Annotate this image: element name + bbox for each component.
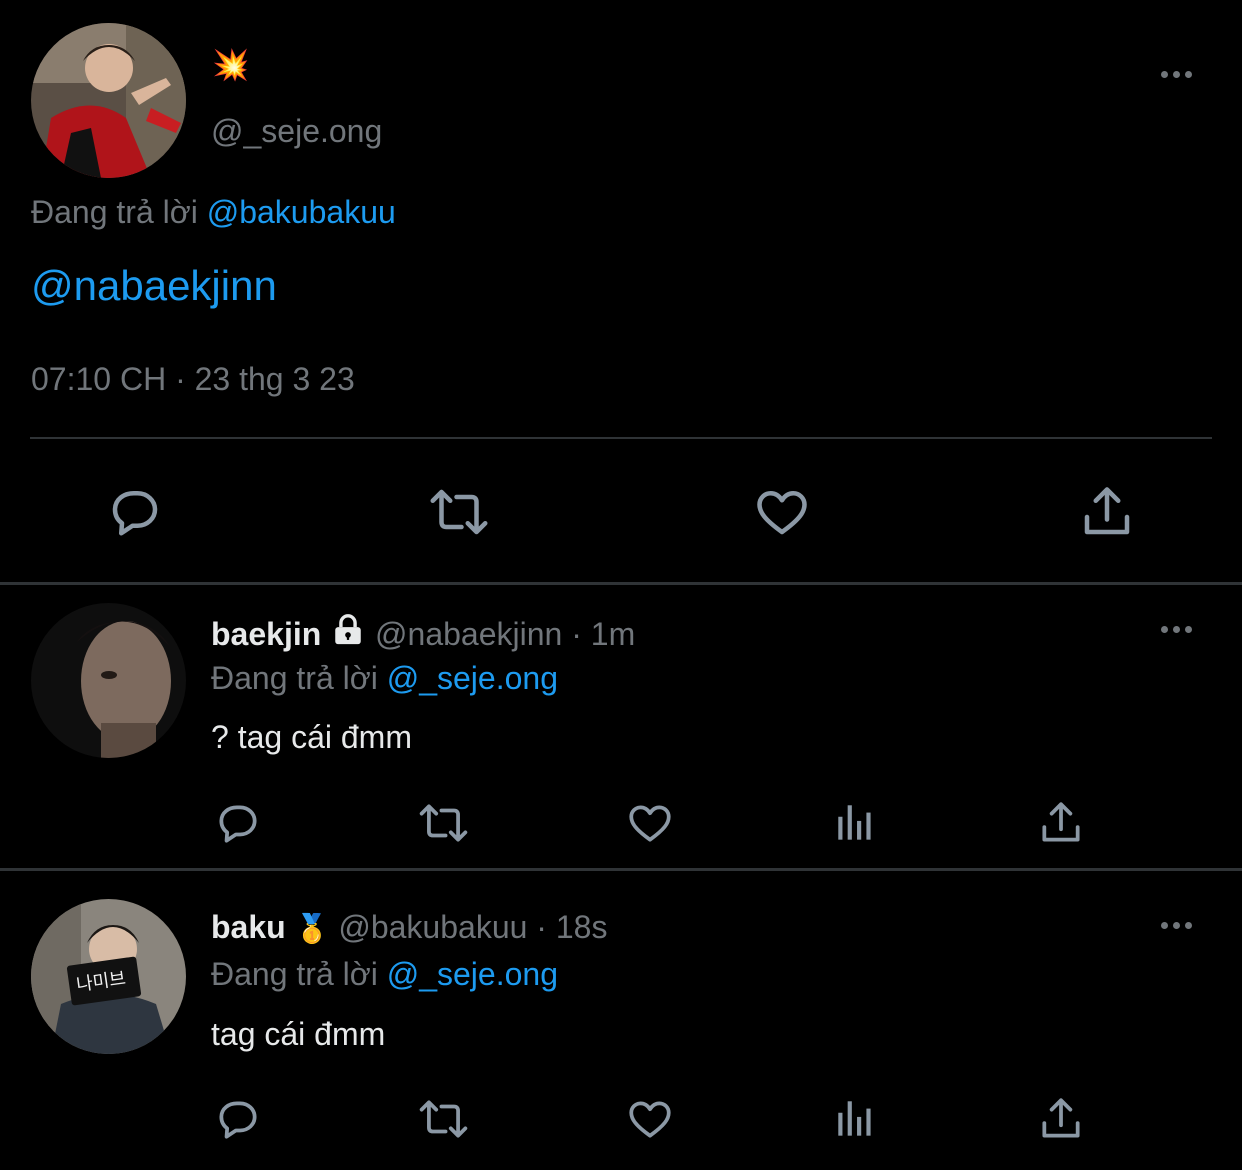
reply-replying-line: Đang trả lời @_seje.ong — [211, 660, 558, 697]
reply-author-name[interactable]: baekjin — [211, 616, 321, 652]
reply-more-options-icon[interactable] — [1161, 922, 1192, 929]
analytics-icon[interactable] — [831, 1094, 881, 1149]
thread-divider — [0, 582, 1242, 585]
collision-emoji: 💥 — [212, 49, 250, 82]
main-tweet-content-mention[interactable]: @nabaekjinn — [31, 262, 277, 310]
reply-author-avatar[interactable]: 나미브 — [31, 899, 186, 1054]
main-more-options-icon[interactable] — [1161, 71, 1192, 78]
thread-divider — [0, 868, 1242, 871]
replying-to-link[interactable]: @_seje.ong — [387, 660, 558, 696]
replying-label: Đang trả lời — [211, 660, 378, 696]
reply-content: tag cái đmm — [211, 1016, 386, 1052]
main-author-name: 💥 — [212, 48, 249, 83]
like-icon[interactable] — [625, 798, 675, 853]
reply-header: baekjin @nabaekjinn · 1m — [211, 613, 635, 655]
main-tweet-timestamp[interactable]: 07:10 CH · 23 thg 3 23 — [31, 361, 355, 398]
like-icon[interactable] — [625, 1094, 675, 1149]
reply-time[interactable]: · 18s — [536, 909, 607, 945]
share-icon[interactable] — [1077, 482, 1137, 547]
retweet-icon[interactable] — [415, 1094, 472, 1149]
replying-to-link[interactable]: @_seje.ong — [387, 956, 558, 992]
retweet-icon[interactable] — [415, 798, 472, 853]
share-icon[interactable] — [1036, 798, 1086, 853]
main-author-handle[interactable]: @_seje.ong — [211, 113, 382, 150]
reply-author-name[interactable]: baku — [211, 909, 286, 945]
main-tweet-separator — [30, 437, 1212, 439]
reply-header: baku 🥇 @bakubakuu · 18s — [211, 909, 607, 946]
reply-more-options-icon[interactable] — [1161, 626, 1192, 633]
main-author-avatar[interactable] — [31, 23, 186, 178]
reply-author-handle[interactable]: @nabaekjinn — [375, 616, 562, 652]
medal-icon: 🥇 — [294, 913, 330, 944]
analytics-icon[interactable] — [831, 798, 881, 853]
lock-icon — [330, 613, 366, 655]
reply-content: ? tag cái đmm — [211, 719, 412, 755]
main-replying-line: Đang trả lời @bakubakuu — [31, 194, 396, 231]
replying-label: Đang trả lời — [211, 956, 378, 992]
reply-replying-line: Đang trả lời @_seje.ong — [211, 956, 558, 993]
reply-author-handle[interactable]: @bakubakuu — [338, 909, 527, 945]
reply-icon[interactable] — [213, 1094, 263, 1149]
reply-author-avatar[interactable] — [31, 603, 186, 758]
retweet-icon[interactable] — [425, 482, 493, 547]
reply-icon[interactable] — [213, 798, 263, 853]
replying-label: Đang trả lời — [31, 194, 198, 230]
reply-time[interactable]: · 1m — [571, 616, 635, 652]
reply-icon[interactable] — [105, 482, 165, 547]
like-icon[interactable] — [752, 482, 812, 547]
share-icon[interactable] — [1036, 1094, 1086, 1149]
replying-to-link[interactable]: @bakubakuu — [207, 194, 396, 230]
